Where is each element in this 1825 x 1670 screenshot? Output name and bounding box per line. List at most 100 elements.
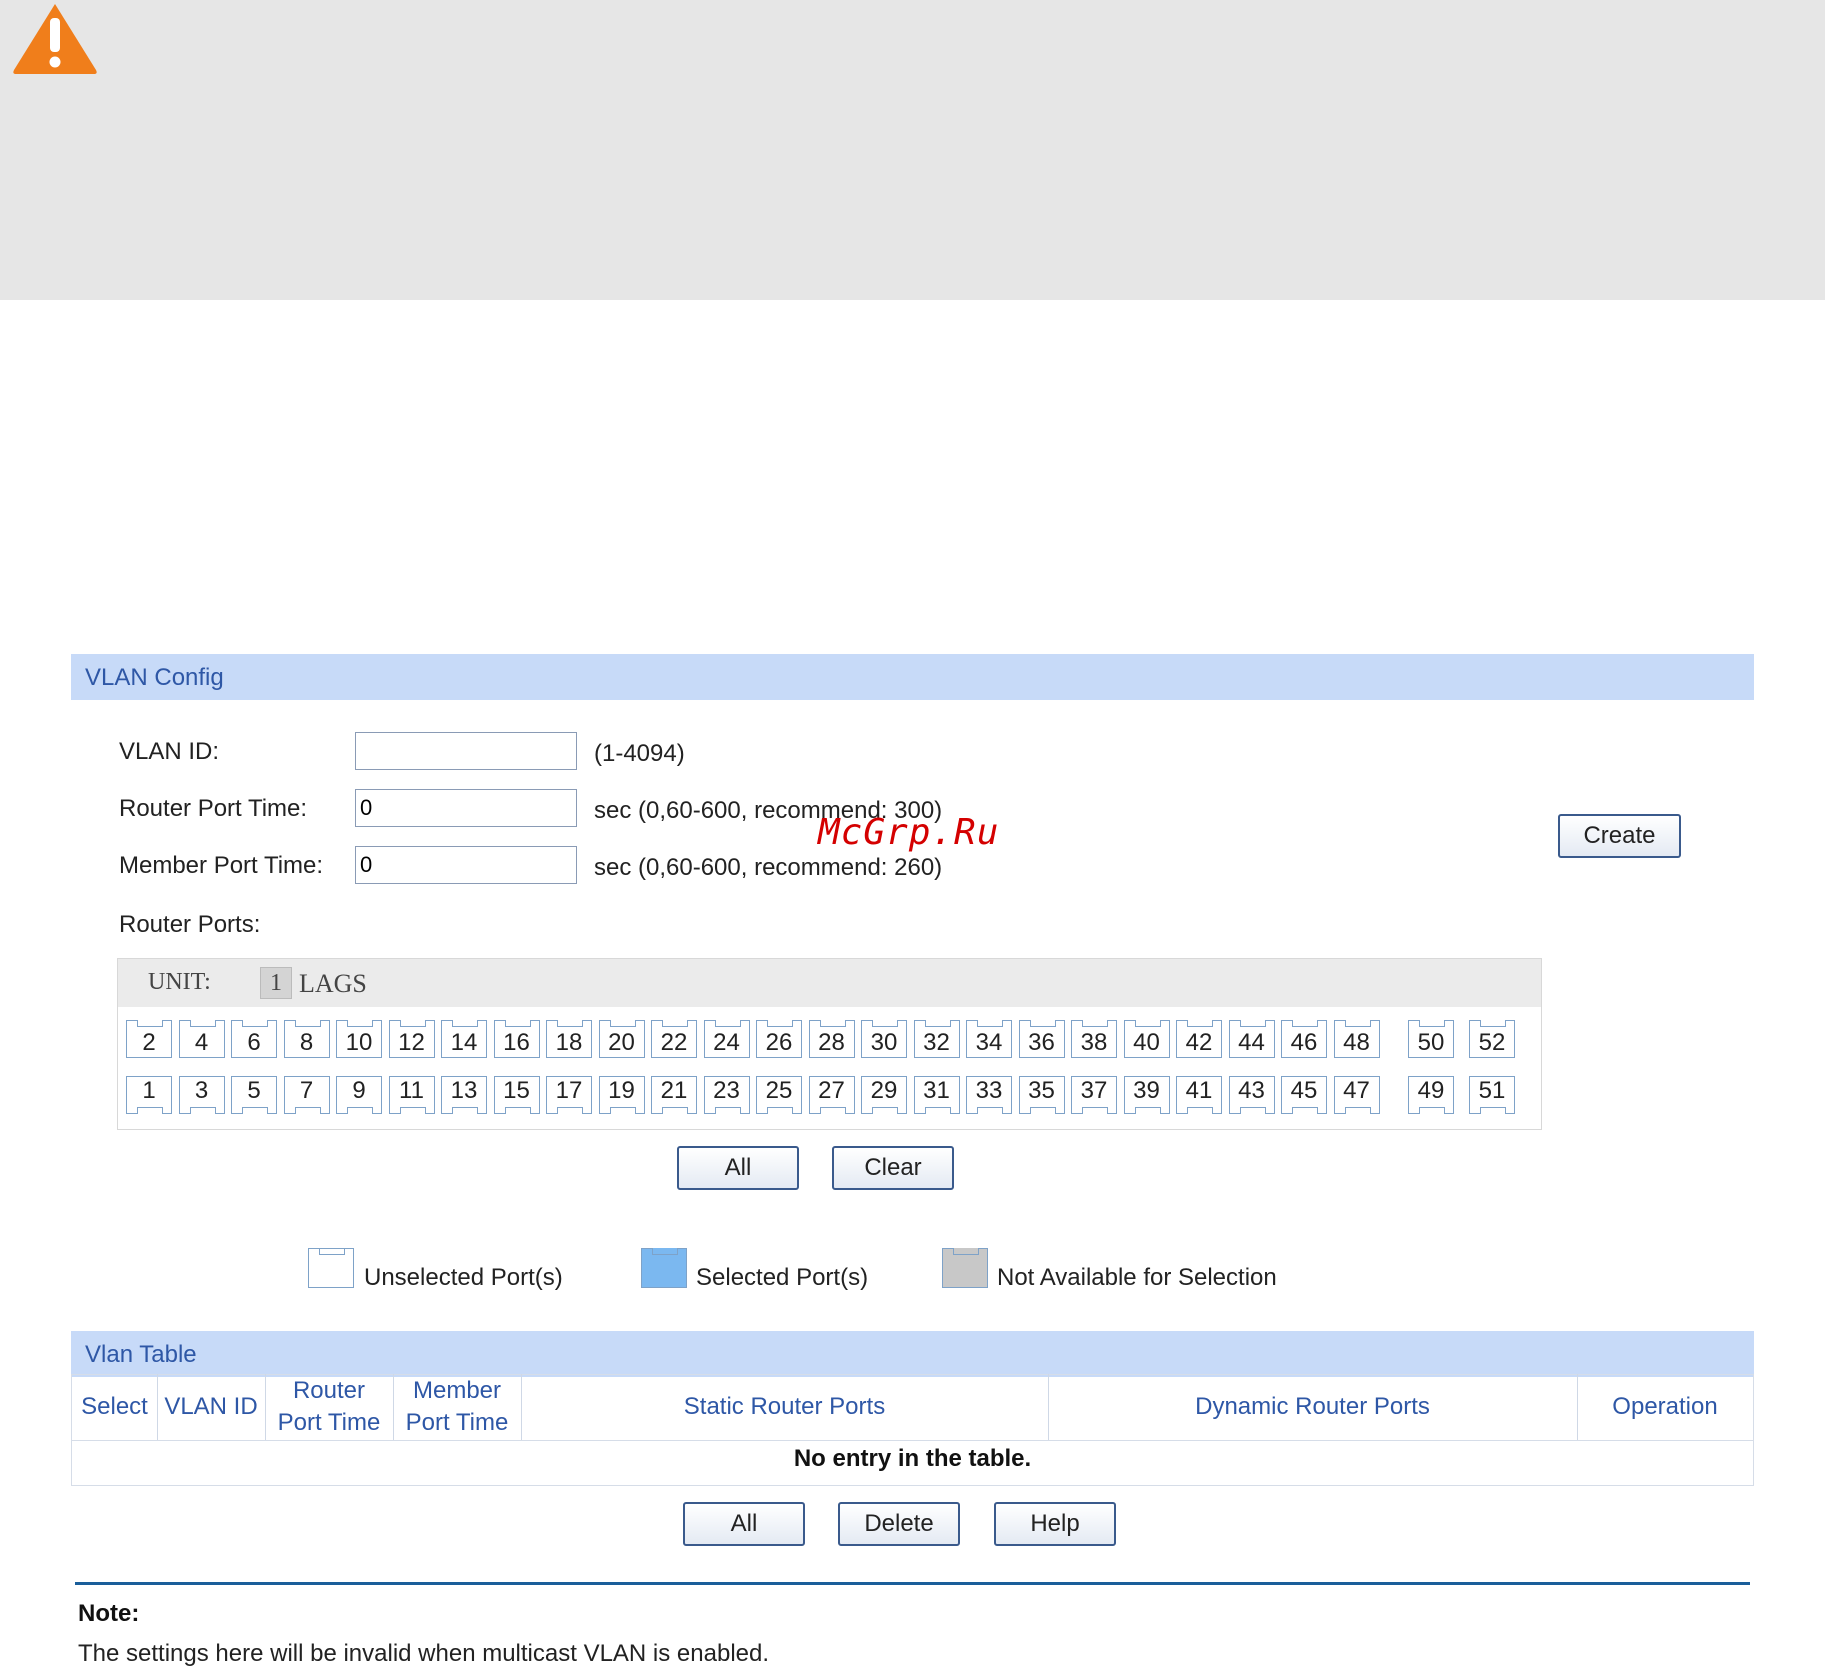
delete-button[interactable]: Delete: [838, 1502, 960, 1546]
port-23[interactable]: 23: [703, 1076, 750, 1114]
ports-all-button[interactable]: All: [677, 1146, 799, 1190]
port-notch: [1187, 1020, 1213, 1027]
port-12[interactable]: 12: [388, 1020, 435, 1058]
port-30[interactable]: 30: [861, 1020, 907, 1058]
port-number: 49: [1417, 1077, 1445, 1104]
port-29[interactable]: 29: [861, 1076, 907, 1114]
port-2[interactable]: 2: [126, 1020, 172, 1058]
port-3[interactable]: 3: [178, 1076, 225, 1114]
port-47[interactable]: 47: [1333, 1076, 1380, 1114]
port-36[interactable]: 36: [1018, 1020, 1065, 1058]
port-number: 3: [194, 1077, 209, 1104]
port-notch: [294, 1020, 321, 1027]
port-number: 37: [1080, 1077, 1108, 1104]
port-number: 16: [503, 1029, 530, 1056]
port-notch: [819, 1107, 846, 1114]
member-port-time-input[interactable]: [355, 846, 577, 884]
port-48[interactable]: 48: [1333, 1020, 1380, 1058]
port-20[interactable]: 20: [598, 1020, 645, 1058]
lags-tab[interactable]: LAGS: [299, 969, 367, 999]
port-18[interactable]: 18: [546, 1020, 592, 1058]
warning-banner: [0, 0, 1825, 300]
port-46[interactable]: 46: [1281, 1020, 1327, 1058]
port-number: 45: [1290, 1077, 1318, 1104]
port-51[interactable]: 51: [1469, 1076, 1515, 1114]
port-38[interactable]: 38: [1071, 1020, 1117, 1058]
port-31[interactable]: 31: [913, 1076, 960, 1114]
port-number: 9: [352, 1077, 366, 1104]
port-number: 51: [1478, 1077, 1506, 1104]
port-41[interactable]: 41: [1176, 1076, 1222, 1114]
port-notch: [557, 1020, 583, 1027]
port-number: 11: [399, 1077, 424, 1104]
col-member-port-time-line1: Member: [412, 1377, 502, 1404]
port-35[interactable]: 35: [1018, 1076, 1065, 1114]
port-10[interactable]: 10: [336, 1020, 382, 1058]
port-40[interactable]: 40: [1123, 1020, 1170, 1058]
port-25[interactable]: 25: [756, 1076, 802, 1114]
port-number: 13: [450, 1077, 478, 1104]
port-11[interactable]: 11: [388, 1076, 435, 1114]
port-43[interactable]: 43: [1228, 1076, 1275, 1114]
port-number: 1: [142, 1077, 156, 1104]
port-52[interactable]: 52: [1469, 1020, 1515, 1058]
port-notch: [1480, 1020, 1506, 1027]
port-32[interactable]: 32: [913, 1020, 960, 1058]
port-number: 14: [450, 1029, 478, 1056]
port-27[interactable]: 27: [808, 1076, 855, 1114]
port-24[interactable]: 24: [703, 1020, 750, 1058]
port-notch: [137, 1107, 163, 1114]
port-39[interactable]: 39: [1123, 1076, 1170, 1114]
port-7[interactable]: 7: [283, 1076, 330, 1114]
col-member-port-time-line2: Port Time: [405, 1409, 509, 1436]
port-19[interactable]: 19: [598, 1076, 645, 1114]
col-static-router-ports: Static Router Ports: [683, 1393, 886, 1420]
port-number: 21: [660, 1077, 688, 1104]
port-37[interactable]: 37: [1071, 1076, 1117, 1114]
port-22[interactable]: 22: [651, 1020, 697, 1058]
port-8[interactable]: 8: [283, 1020, 330, 1058]
port-notch: [1029, 1020, 1056, 1027]
port-notch: [1082, 1020, 1108, 1027]
port-4[interactable]: 4: [178, 1020, 225, 1058]
port-number: 18: [555, 1029, 583, 1056]
port-17[interactable]: 17: [546, 1076, 592, 1114]
table-all-button[interactable]: All: [683, 1502, 805, 1546]
table-divider: [72, 1440, 1753, 1441]
port-9[interactable]: 9: [336, 1076, 382, 1114]
port-28[interactable]: 28: [808, 1020, 855, 1058]
vlan-id-input[interactable]: [355, 732, 577, 770]
port-number: 26: [765, 1029, 793, 1056]
port-15[interactable]: 15: [493, 1076, 540, 1114]
port-45[interactable]: 45: [1281, 1076, 1327, 1114]
port-13[interactable]: 13: [441, 1076, 487, 1114]
port-notch: [609, 1020, 636, 1027]
port-16[interactable]: 16: [493, 1020, 540, 1058]
port-33[interactable]: 33: [966, 1076, 1012, 1114]
col-vlan-id: VLAN ID: [164, 1393, 258, 1420]
port-notch: [1344, 1107, 1371, 1114]
port-42[interactable]: 42: [1176, 1020, 1222, 1058]
port-number: 24: [713, 1029, 740, 1056]
ports-clear-button[interactable]: Clear: [832, 1146, 954, 1190]
router-port-time-input[interactable]: [355, 789, 577, 827]
port-21[interactable]: 21: [651, 1076, 697, 1114]
port-50[interactable]: 50: [1408, 1020, 1454, 1058]
unit-tab-1[interactable]: 1: [260, 967, 292, 999]
port-14[interactable]: 14: [441, 1020, 487, 1058]
port-number: 30: [870, 1029, 898, 1056]
port-notch: [242, 1020, 268, 1027]
col-router-port-time-line2: Port Time: [277, 1409, 381, 1436]
port-5[interactable]: 5: [231, 1076, 277, 1114]
port-number: 5: [247, 1077, 261, 1104]
create-button[interactable]: Create: [1558, 814, 1681, 858]
vlan-id-hint: (1-4094): [594, 740, 685, 767]
port-44[interactable]: 44: [1228, 1020, 1275, 1058]
port-1[interactable]: 1: [126, 1076, 172, 1114]
port-26[interactable]: 26: [756, 1020, 802, 1058]
warning-icon: [10, 0, 100, 76]
help-button[interactable]: Help: [994, 1502, 1116, 1546]
port-6[interactable]: 6: [231, 1020, 277, 1058]
port-34[interactable]: 34: [966, 1020, 1012, 1058]
port-49[interactable]: 49: [1408, 1076, 1454, 1114]
